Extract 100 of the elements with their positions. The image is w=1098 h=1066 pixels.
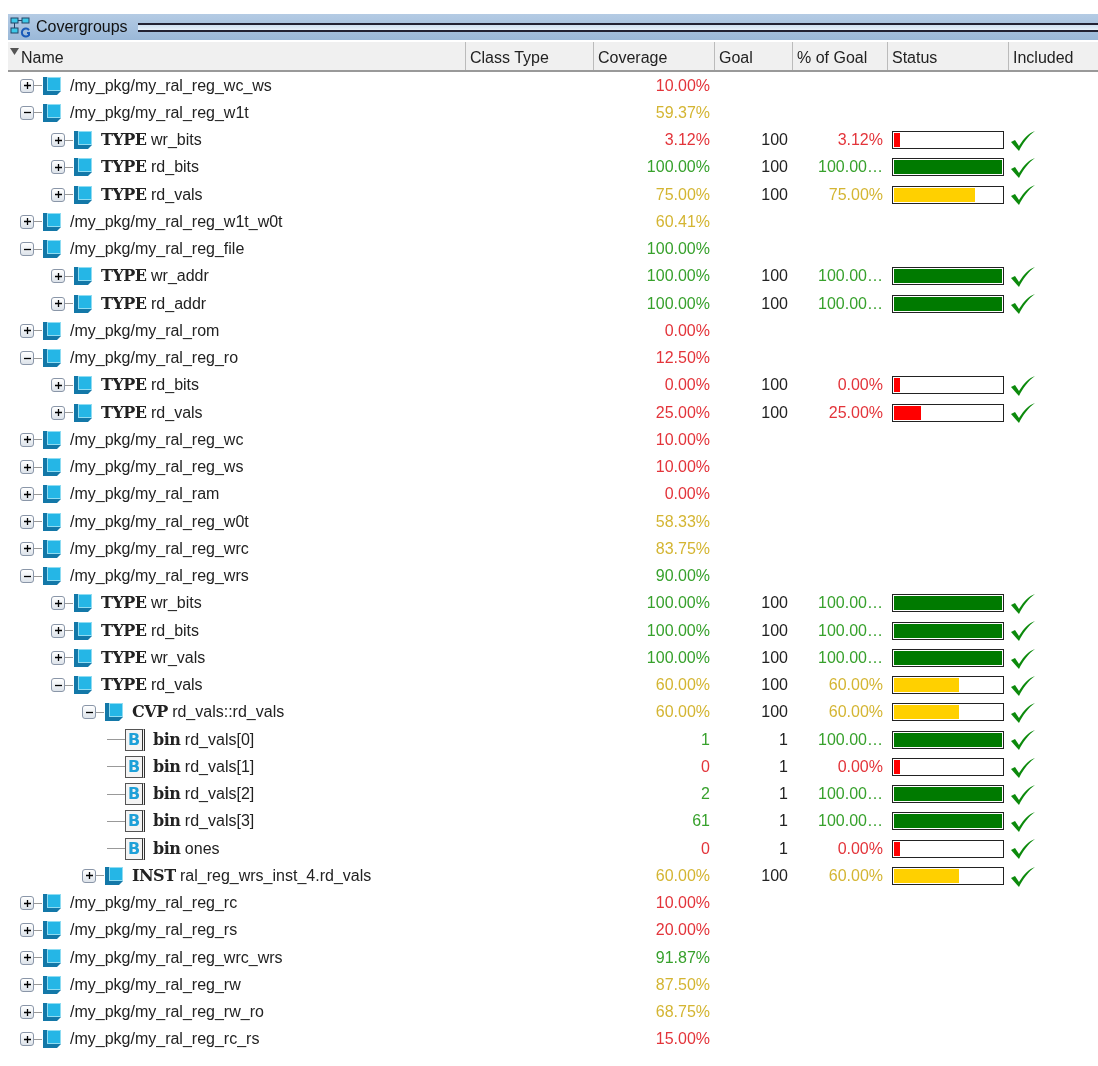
expand-toggle[interactable] xyxy=(20,541,34,556)
tree-item-label[interactable]: /my_pkg/my_ral_reg_rc_rs xyxy=(70,1027,260,1052)
expand-toggle[interactable] xyxy=(20,1032,34,1047)
expand-toggle[interactable] xyxy=(51,378,65,393)
expand-toggle[interactable] xyxy=(51,160,65,175)
plus-icon[interactable] xyxy=(23,463,31,471)
plus-icon[interactable] xyxy=(23,1035,31,1043)
expand-toggle[interactable] xyxy=(20,896,34,911)
expand-toggle[interactable] xyxy=(51,269,65,284)
tree-item-label[interactable]: /my_pkg/my_ral_rom xyxy=(70,318,220,343)
tree-item-label[interactable]: /my_pkg/my_ral_reg_wrc_wrs xyxy=(70,945,283,970)
expand-toggle[interactable] xyxy=(20,569,34,584)
tree-item-label[interactable]: /my_pkg/my_ral_reg_w1t xyxy=(70,100,249,125)
column-header[interactable]: Status xyxy=(887,42,1008,70)
tree-item-label[interactable]: TYPE wr_addr xyxy=(101,264,209,289)
tree-item-label[interactable]: /my_pkg/my_ral_reg_ws xyxy=(70,455,244,480)
expand-toggle[interactable] xyxy=(51,133,65,148)
plus-icon[interactable] xyxy=(23,981,31,989)
tree-item-label[interactable]: TYPE wr_vals xyxy=(101,645,206,670)
expand-toggle[interactable] xyxy=(20,351,34,366)
tree-item-label[interactable]: /my_pkg/my_ral_reg_wrc xyxy=(70,536,249,561)
tree-item-label[interactable]: TYPE rd_vals xyxy=(101,673,203,698)
tree-item-label[interactable]: /my_pkg/my_ral_reg_wc_ws xyxy=(70,73,272,98)
plus-icon[interactable] xyxy=(54,163,62,171)
plus-icon[interactable] xyxy=(23,926,31,934)
plus-icon[interactable] xyxy=(54,191,62,199)
tree-item-label[interactable]: /my_pkg/my_ral_reg_rs xyxy=(70,918,238,943)
tree-item-label[interactable]: /my_pkg/my_ral_reg_file xyxy=(70,237,245,262)
tree-item-label[interactable]: TYPE rd_bits xyxy=(101,373,200,398)
plus-icon[interactable] xyxy=(23,518,31,526)
tree-item-label[interactable]: bin rd_vals[2] xyxy=(153,782,255,807)
plus-icon[interactable] xyxy=(23,954,31,962)
tree-item-label[interactable]: TYPE wr_bits xyxy=(101,128,202,153)
tree-item-label[interactable]: TYPE rd_vals xyxy=(101,400,203,425)
tree-item-label[interactable]: /my_pkg/my_ral_reg_wrs xyxy=(70,564,249,589)
tree-item-label[interactable]: CVP rd_vals::rd_vals xyxy=(132,700,285,725)
tree-item-label[interactable]: TYPE wr_bits xyxy=(101,591,202,616)
tree-item-label[interactable]: TYPE rd_bits xyxy=(101,155,200,180)
plus-icon[interactable] xyxy=(85,872,93,880)
tree-item-label[interactable]: /my_pkg/my_ral_reg_rc xyxy=(70,891,238,916)
tree-item-label[interactable]: /my_pkg/my_ral_reg_wc xyxy=(70,427,244,452)
expand-toggle[interactable] xyxy=(20,105,34,120)
plus-icon[interactable] xyxy=(23,82,31,90)
expand-toggle[interactable] xyxy=(20,977,34,992)
expand-toggle[interactable] xyxy=(20,78,34,93)
expand-toggle[interactable] xyxy=(51,678,65,693)
tree-item-label[interactable]: /my_pkg/my_ral_reg_w1t_w0t xyxy=(70,209,283,234)
expand-toggle[interactable] xyxy=(20,923,34,938)
tree-item-label[interactable]: TYPE rd_bits xyxy=(101,618,200,643)
tree-item-label[interactable]: bin ones xyxy=(153,836,220,861)
plus-icon[interactable] xyxy=(54,381,62,389)
column-header[interactable]: Goal xyxy=(714,42,792,70)
column-header[interactable]: Class Type xyxy=(465,42,593,70)
expand-toggle[interactable] xyxy=(20,214,34,229)
sort-icon[interactable] xyxy=(10,46,19,58)
expand-toggle[interactable] xyxy=(82,868,96,883)
plus-icon[interactable] xyxy=(54,599,62,607)
plus-icon[interactable] xyxy=(54,300,62,308)
plus-icon[interactable] xyxy=(23,218,31,226)
plus-icon[interactable] xyxy=(23,1008,31,1016)
expand-toggle[interactable] xyxy=(51,405,65,420)
plus-icon[interactable] xyxy=(23,490,31,498)
plus-icon[interactable] xyxy=(23,327,31,335)
expand-toggle[interactable] xyxy=(51,650,65,665)
plus-icon[interactable] xyxy=(54,627,62,635)
column-header[interactable]: Coverage xyxy=(593,42,714,70)
tree-item-label[interactable]: /my_pkg/my_ral_ram xyxy=(70,482,220,507)
tree-item-label[interactable]: bin rd_vals[0] xyxy=(153,727,255,752)
tree-item-label[interactable]: bin rd_vals[3] xyxy=(153,809,255,834)
column-header[interactable]: Name xyxy=(21,46,64,70)
tree-item-label[interactable]: bin rd_vals[1] xyxy=(153,754,255,779)
plus-icon[interactable] xyxy=(54,136,62,144)
expand-toggle[interactable] xyxy=(20,242,34,257)
expand-toggle[interactable] xyxy=(51,596,65,611)
expand-toggle[interactable] xyxy=(20,487,34,502)
tree-item-label[interactable]: /my_pkg/my_ral_reg_rw xyxy=(70,972,241,997)
plus-icon[interactable] xyxy=(54,272,62,280)
expand-toggle[interactable] xyxy=(20,432,34,447)
column-header[interactable]: Included xyxy=(1008,42,1098,70)
plus-icon[interactable] xyxy=(54,409,62,417)
expand-toggle[interactable] xyxy=(51,187,65,202)
expand-toggle[interactable] xyxy=(82,705,96,720)
tree-item-label[interactable]: /my_pkg/my_ral_reg_w0t xyxy=(70,509,249,534)
expand-toggle[interactable] xyxy=(20,950,34,965)
tree-item-label[interactable]: /my_pkg/my_ral_reg_rw_ro xyxy=(70,1000,264,1025)
plus-icon[interactable] xyxy=(23,899,31,907)
plus-icon[interactable] xyxy=(23,545,31,553)
plus-icon[interactable] xyxy=(54,654,62,662)
expand-toggle[interactable] xyxy=(20,323,34,338)
expand-toggle[interactable] xyxy=(51,296,65,311)
tree-item-label[interactable]: TYPE rd_vals xyxy=(101,182,203,207)
expand-toggle[interactable] xyxy=(20,1005,34,1020)
expand-toggle[interactable] xyxy=(20,460,34,475)
tree-item-label[interactable]: INST ral_reg_wrs_inst_4.rd_vals xyxy=(132,863,372,888)
plus-icon[interactable] xyxy=(23,436,31,444)
expand-toggle[interactable] xyxy=(20,514,34,529)
tree-item-label[interactable]: TYPE rd_addr xyxy=(101,291,207,316)
column-header[interactable]: % of Goal xyxy=(792,42,887,70)
tree-item-label[interactable]: /my_pkg/my_ral_reg_ro xyxy=(70,346,239,371)
expand-toggle[interactable] xyxy=(51,623,65,638)
